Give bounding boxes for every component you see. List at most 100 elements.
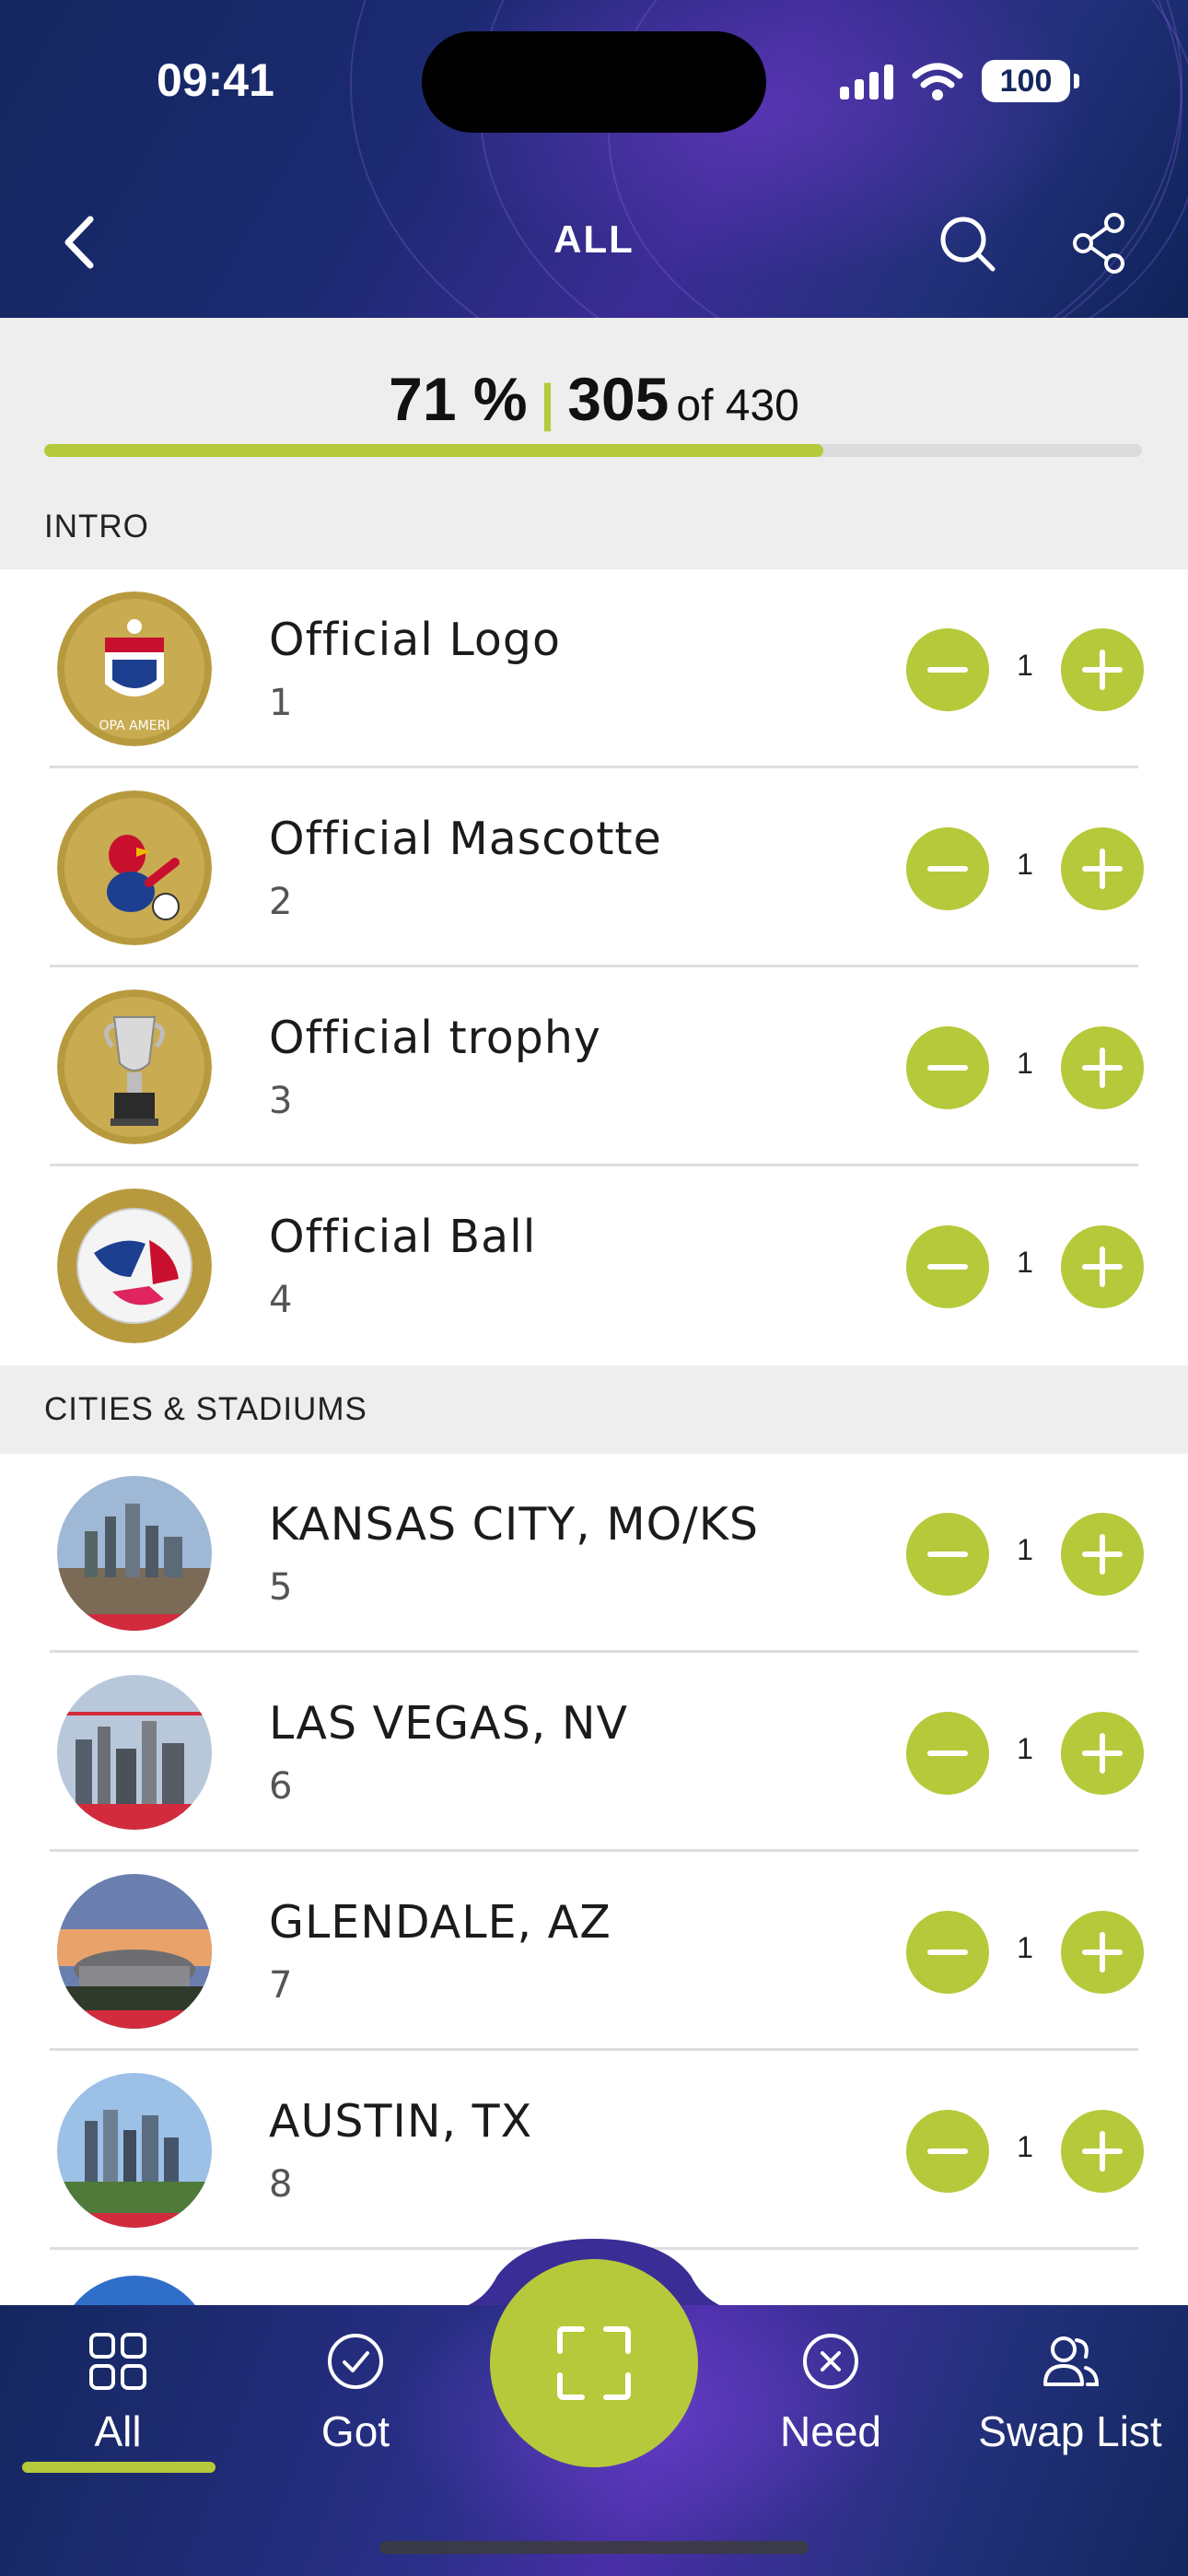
increase-button[interactable] [1061, 1712, 1144, 1795]
decrease-button[interactable] [906, 2110, 989, 2193]
check-circle-icon [328, 2334, 383, 2389]
quantity-value: 1 [1017, 848, 1033, 881]
tab-swap-list[interactable]: Swap List [969, 2329, 1171, 2456]
decrease-button[interactable] [906, 628, 989, 711]
tab-label: Swap List [978, 2407, 1162, 2455]
section-header-cities: CITIES & STADIUMS [0, 1365, 1188, 1454]
minus-icon [927, 866, 968, 872]
progress-separator: | [540, 373, 555, 431]
tab-need[interactable]: Need [729, 2329, 932, 2456]
mascot-thumbnail [57, 790, 212, 945]
item-number: 5 [269, 1566, 293, 1609]
total-count: of 430 [676, 381, 799, 430]
list-item: Official Mascotte 2 1 [0, 768, 1188, 967]
quantity-value: 1 [1017, 1047, 1033, 1080]
decrease-button[interactable] [906, 1513, 989, 1596]
item-number: 8 [269, 2163, 293, 2206]
minus-icon [927, 667, 968, 673]
owned-count: 305 [567, 365, 670, 433]
section-title: INTRO [44, 509, 149, 544]
item-name: KANSAS CITY, MO/KS [269, 1498, 759, 1551]
decrease-button[interactable] [906, 1911, 989, 1994]
list-item: AUSTIN, TX 8 1 [0, 2051, 1188, 2250]
minus-icon [927, 1751, 968, 1756]
item-name: Official Logo [269, 614, 561, 666]
ball-thumbnail [57, 1188, 212, 1343]
dynamic-island [422, 31, 766, 133]
minus-icon [927, 1950, 968, 1955]
plus-icon [1082, 849, 1123, 889]
plus-icon [1082, 1048, 1123, 1088]
item-name: GLENDALE, AZ [269, 1896, 611, 1949]
plus-icon [1082, 1534, 1123, 1575]
increase-button[interactable] [1061, 1513, 1144, 1596]
progress-text: 71 % | 305 of 430 [0, 364, 1188, 434]
logo-thumbnail: OPA AMERI [57, 591, 212, 746]
plus-icon [1082, 1932, 1123, 1973]
decrease-button[interactable] [906, 827, 989, 910]
item-number: 7 [269, 1964, 293, 2007]
scan-icon [557, 2326, 631, 2400]
minus-icon [927, 1551, 968, 1557]
increase-button[interactable] [1061, 1225, 1144, 1308]
increase-button[interactable] [1061, 827, 1144, 910]
decrease-button[interactable] [906, 1712, 989, 1795]
home-indicator [379, 2541, 809, 2554]
list-item: OPA AMERI Official Logo 1 1 [0, 569, 1188, 768]
minus-icon [927, 1065, 968, 1071]
trophy-thumbnail [57, 989, 212, 1144]
scan-button[interactable] [490, 2259, 698, 2467]
decrease-button[interactable] [906, 1026, 989, 1109]
tab-all[interactable]: All [17, 2329, 219, 2456]
plus-icon [1082, 650, 1123, 690]
item-number: 2 [269, 881, 293, 923]
x-circle-icon [803, 2334, 858, 2389]
share-icon[interactable] [1068, 210, 1133, 275]
list-item: Official Ball 4 1 [0, 1166, 1188, 1365]
decrease-button[interactable] [906, 1225, 989, 1308]
tab-label: All [94, 2407, 142, 2455]
progress-bar-fill [44, 444, 824, 457]
svg-text:OPA AMERI: OPA AMERI [99, 719, 170, 733]
increase-button[interactable] [1061, 1911, 1144, 1994]
increase-button[interactable] [1061, 628, 1144, 711]
list-item: KANSAS CITY, MO/KS 5 1 [0, 1454, 1188, 1653]
section-title: CITIES & STADIUMS [44, 1391, 367, 1427]
users-icon [1043, 2336, 1100, 2386]
signal-icon [840, 63, 893, 100]
quantity-value: 1 [1017, 1931, 1033, 1964]
tab-label: Need [780, 2407, 881, 2455]
list-item: LAS VEGAS, NV 6 1 [0, 1653, 1188, 1852]
quantity-value: 1 [1017, 2130, 1033, 2163]
list-item: Official trophy 3 1 [0, 967, 1188, 1166]
increase-button[interactable] [1061, 1026, 1144, 1109]
item-number: 6 [269, 1765, 293, 1808]
active-tab-indicator [22, 2462, 215, 2473]
plus-icon [1082, 1247, 1123, 1287]
item-number: 1 [269, 682, 293, 724]
battery-icon: 100 [982, 60, 1079, 102]
status-time: 09:41 [157, 54, 274, 106]
item-number: 3 [269, 1080, 293, 1122]
stadium-thumbnail [57, 1874, 212, 2029]
plus-icon [1082, 2131, 1123, 2172]
wifi-icon [912, 63, 963, 100]
item-name: LAS VEGAS, NV [269, 1697, 629, 1750]
quantity-value: 1 [1017, 649, 1033, 682]
city-thumbnail [57, 2073, 212, 2228]
item-name: Official trophy [269, 1012, 601, 1064]
increase-button[interactable] [1061, 2110, 1144, 2193]
progress-percent: 71 % [389, 365, 528, 433]
section-header-intro: INTRO [0, 488, 1188, 569]
plus-icon [1082, 1733, 1123, 1774]
quantity-value: 1 [1017, 1732, 1033, 1765]
minus-icon [927, 2149, 968, 2154]
search-icon[interactable] [936, 212, 1000, 276]
page-title: ALL [553, 217, 635, 261]
progress-bar [44, 444, 1142, 457]
item-name: Official Ball [269, 1211, 537, 1263]
quantity-value: 1 [1017, 1246, 1033, 1279]
item-name: AUSTIN, TX [269, 2095, 533, 2148]
tab-label: Got [320, 2407, 390, 2455]
tab-got[interactable]: Got [254, 2329, 457, 2456]
